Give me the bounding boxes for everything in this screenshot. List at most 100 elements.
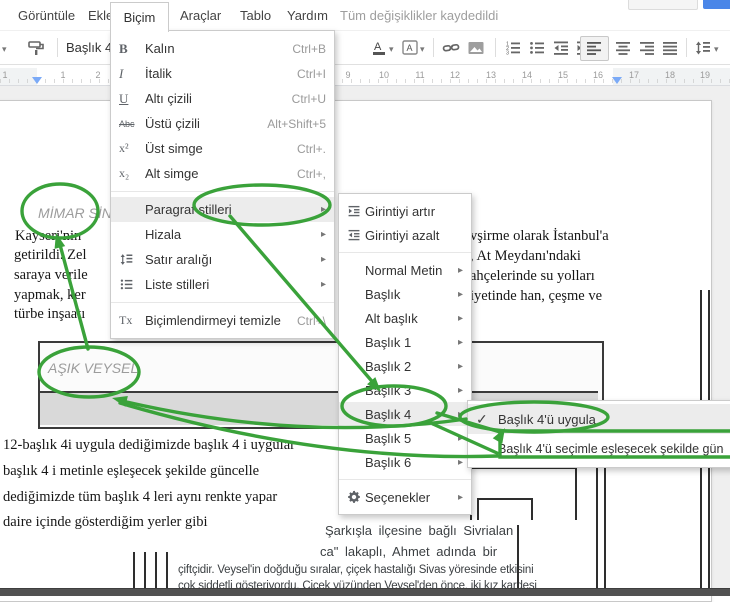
doc-paragraph-line[interactable]: getirildi. Zel	[14, 247, 86, 264]
menu-item-shortcut: Ctrl+\	[296, 313, 326, 328]
save-status-text: Tüm değişiklikler kaydedildi	[340, 8, 499, 23]
doc-paragraph-line[interactable]: saraya verile	[14, 267, 88, 284]
menu-separator	[111, 302, 334, 303]
strikethrough-icon: Abc	[119, 118, 135, 129]
menu-item-baslik4-guncelle[interactable]: Başlık 4'ü seçimle eşleşecek şekilde gün…	[468, 434, 730, 464]
menu-item-bicimlendirmeyi-temizle[interactable]: Tx Biçimlendirmeyi temizle Ctrl+\	[111, 308, 334, 333]
menu-item-normal-metin[interactable]: Normal Metin ▸	[339, 258, 471, 282]
doc-paragraph-line[interactable]: yapmak, ker	[14, 287, 86, 304]
menu-item-label: Paragraf stilleri	[145, 202, 232, 217]
line-spacing-caret-icon[interactable]: ▾	[714, 44, 719, 55]
doc-paragraph-line[interactable]: ahçelerinde su yolları	[470, 268, 595, 285]
menu-item-alti-cizili[interactable]: U Altı çizili Ctrl+U	[111, 86, 334, 111]
line-spacing-icon	[119, 252, 145, 267]
menu-item-baslik[interactable]: Başlık ▸	[339, 282, 471, 306]
text-color-caret-icon[interactable]: ▾	[389, 44, 394, 55]
menu-item-label: Başlık 1	[365, 334, 412, 350]
submenu-arrow-icon: ▸	[457, 456, 463, 468]
doc-paragraph-line[interactable]: Kayseri'nin	[15, 228, 81, 245]
menu-item-label: Başlık 4'ü seçimle eşleşecek şekilde gün…	[498, 442, 724, 456]
justify-icon[interactable]	[661, 39, 679, 57]
menu-item-baslik-5[interactable]: Başlık 5 ▸	[339, 426, 471, 450]
table-border-line	[155, 552, 157, 588]
menu-item-label: Altı çizili	[145, 91, 192, 106]
menu-item-baslik-4[interactable]: Başlık 4 ▸	[339, 402, 471, 426]
doc-paragraph-line[interactable]: çiftçidir. Veysel'in doğduğu sıralar, çi…	[178, 564, 534, 576]
toolbar-separator	[433, 38, 434, 57]
insert-image-icon[interactable]	[467, 39, 485, 57]
list-styles-icon	[119, 277, 145, 292]
submenu-arrow-icon: ▸	[457, 408, 463, 420]
menu-item-shortcut: Ctrl+.	[296, 141, 326, 156]
table-border-line	[133, 552, 135, 588]
highlight-color-icon[interactable]: A	[401, 39, 419, 57]
menu-item-label: İtalik	[145, 66, 172, 81]
doc-paragraph-line[interactable]: vşirme olarak İstanbul'a	[470, 228, 609, 245]
comments-button-partial[interactable]	[628, 0, 698, 10]
menu-item-satir-araligi[interactable]: Satır aralığı ▸	[111, 247, 334, 272]
doc-paragraph-line[interactable]: ca" lakaplı, Ahmet adında bir	[320, 544, 497, 559]
menu-goruntule[interactable]: Görüntüle	[18, 8, 75, 23]
menu-item-girintiyi-artir[interactable]: Girintiyi artır	[339, 199, 471, 223]
paragraph-style-selector[interactable]: Başlık 4	[66, 40, 112, 55]
line-spacing-icon[interactable]	[694, 39, 712, 57]
bulleted-list-icon[interactable]	[528, 39, 546, 57]
menu-item-girintiyi-azalt[interactable]: Girintiyi azalt	[339, 223, 471, 247]
ruler-number: 18	[664, 70, 676, 80]
submenu-arrow-icon: ▸	[457, 336, 463, 348]
doc-paragraph-line[interactable]: dediğimizde tüm başlık 4 leri aynı renkt…	[3, 489, 277, 506]
menu-bicim-open[interactable]: Biçim	[110, 2, 169, 32]
menu-tablo[interactable]: Tablo	[240, 8, 271, 23]
doc-paragraph-line[interactable]: türbe inşaatı	[14, 306, 85, 323]
doc-paragraph-line[interactable]: daire içinde gösterdiğim yerler gibi	[3, 514, 208, 531]
menu-item-alt-baslik[interactable]: Alt başlık ▸	[339, 306, 471, 330]
menu-item-alt-simge[interactable]: x₂ Alt simge Ctrl+,	[111, 161, 334, 186]
submenu-arrow-icon: ▸	[457, 264, 463, 276]
share-button-partial[interactable]	[703, 0, 730, 9]
menu-item-baslik4-uygula[interactable]: ✓ Başlık 4'ü uygula	[468, 404, 730, 434]
align-right-icon[interactable]	[638, 39, 656, 57]
doc-heading-mimar-sinan[interactable]: MİMAR SİN	[38, 205, 112, 221]
menu-item-shortcut: Ctrl+,	[296, 166, 326, 181]
align-center-icon[interactable]	[614, 39, 632, 57]
svg-text:A: A	[374, 41, 382, 53]
doc-paragraph-line[interactable]: Şarkışla ilçesine bağlı Sivrialan	[325, 523, 513, 538]
doc-paragraph-line[interactable]: , At Meydanı'ndaki	[470, 248, 581, 265]
doc-paragraph-line[interactable]: başlık 4 i metinle eşleşecek şekilde gün…	[3, 463, 259, 480]
menu-item-ust-simge[interactable]: x² Üst simge Ctrl+.	[111, 136, 334, 161]
left-indent-marker[interactable]	[32, 77, 42, 84]
svg-text:3: 3	[506, 51, 509, 57]
menu-item-liste-stilleri[interactable]: Liste stilleri ▸	[111, 272, 334, 297]
menu-item-hizala[interactable]: Hizala ▸	[111, 222, 334, 247]
highlight-color-caret-icon[interactable]: ▾	[420, 44, 425, 55]
align-left-button-active[interactable]	[580, 36, 609, 61]
svg-text:A: A	[407, 43, 413, 53]
menu-item-baslik-1[interactable]: Başlık 1 ▸	[339, 330, 471, 354]
doc-heading-asik-veysel[interactable]: AŞIK VEYSEL	[48, 360, 138, 376]
menu-item-baslik-3[interactable]: Başlık 3 ▸	[339, 378, 471, 402]
menu-item-label: Satır aralığı	[145, 252, 213, 267]
right-indent-marker[interactable]	[612, 77, 622, 84]
menu-item-secenekler[interactable]: Seçenekler ▸	[339, 485, 471, 509]
table-border-line	[517, 525, 519, 588]
menu-item-baslik-6[interactable]: Başlık 6 ▸	[339, 450, 471, 474]
zoom-dropdown-caret-icon[interactable]: ▾	[2, 44, 7, 55]
paint-format-icon[interactable]	[27, 39, 45, 57]
menu-item-baslik-2[interactable]: Başlık 2 ▸	[339, 354, 471, 378]
ruler-number: 11	[415, 70, 425, 80]
doc-paragraph-line[interactable]: 12-başlık 4i uygula dediğimizde başlık 4…	[3, 437, 295, 454]
numbered-list-icon[interactable]: 123	[504, 39, 522, 57]
submenu-arrow-icon: ▸	[457, 384, 463, 396]
menu-item-italik[interactable]: I İtalik Ctrl+I	[111, 61, 334, 86]
text-color-icon[interactable]: A	[370, 39, 388, 57]
menu-araclar[interactable]: Araçlar	[180, 8, 221, 23]
doc-paragraph-line[interactable]: iyetinde han, çeşme ve	[470, 288, 602, 305]
menu-item-ustu-cizili[interactable]: Abc Üstü çizili Alt+Shift+5	[111, 111, 334, 136]
menu-yardim[interactable]: Yardım	[287, 8, 328, 23]
menu-item-kalin[interactable]: B Kalın Ctrl+B	[111, 36, 334, 61]
insert-link-icon[interactable]	[442, 39, 460, 57]
increase-indent-icon	[347, 204, 365, 218]
menu-item-paragraf-stilleri[interactable]: Paragraf stilleri ▸	[111, 197, 334, 222]
decrease-indent-icon[interactable]	[552, 39, 570, 57]
submenu-arrow-icon: ▸	[457, 432, 463, 444]
